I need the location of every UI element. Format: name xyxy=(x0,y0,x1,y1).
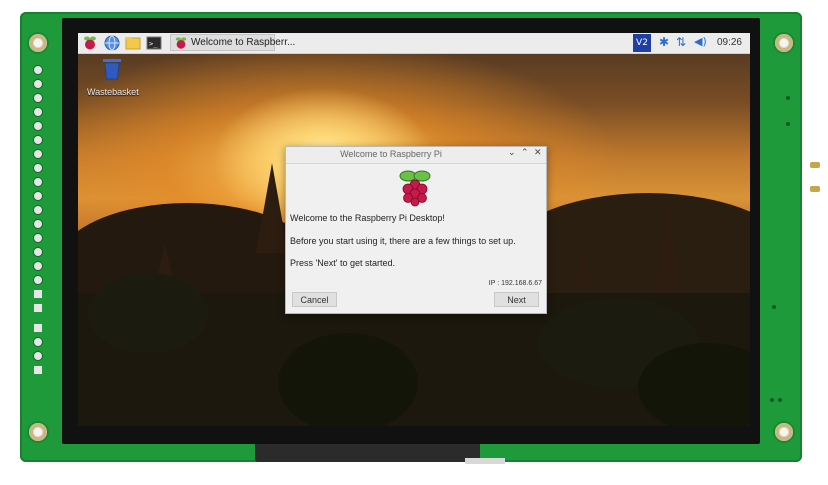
mounting-hole xyxy=(29,423,47,441)
taskbar-window-button[interactable]: Welcome to Raspberr... xyxy=(170,34,295,51)
dialog-titlebar[interactable]: Welcome to Raspberry Pi ⌄ ⌃ ✕ xyxy=(286,147,546,164)
dialog-welcome-text: Welcome to the Raspberry Pi Desktop! xyxy=(290,213,445,223)
wastebasket-label: Wastebasket xyxy=(87,87,139,97)
ribbon-connector xyxy=(465,458,505,464)
dialog-setup-text: Before you start using it, there are a f… xyxy=(290,236,516,246)
tree-silhouette xyxy=(278,333,418,426)
ip-address: IP : 192.168.6.67 xyxy=(488,280,542,287)
network-icon[interactable]: ⇅ xyxy=(676,35,686,49)
board-via xyxy=(778,398,782,402)
pin-header xyxy=(31,66,45,380)
ribbon-cable xyxy=(255,444,480,462)
minimize-icon[interactable]: ⌄ xyxy=(508,148,516,158)
mounting-hole xyxy=(775,34,793,52)
wastebasket-desktop-icon[interactable]: Wastebasket xyxy=(87,57,139,97)
file-manager-icon[interactable] xyxy=(125,35,141,51)
volume-icon[interactable]: ◀) xyxy=(694,35,707,48)
mounting-hole xyxy=(29,34,47,52)
raspberry-icon xyxy=(175,37,187,49)
maximize-icon[interactable]: ⌃ xyxy=(521,148,529,158)
mounting-hole xyxy=(775,423,793,441)
close-icon[interactable]: ✕ xyxy=(534,148,542,158)
taskbar: >_ Welcome to Raspberr... V2 ✱ ⇅ ◀) 09:2… xyxy=(78,33,750,54)
board-via xyxy=(772,305,776,309)
web-browser-icon[interactable] xyxy=(104,35,120,51)
board-via xyxy=(770,398,774,402)
vnc-icon[interactable]: V2 xyxy=(633,34,651,52)
temple-spire xyxy=(575,248,591,283)
terminal-icon[interactable]: >_ xyxy=(146,35,162,51)
bluetooth-icon[interactable]: ✱ xyxy=(659,35,669,49)
raspberry-pi-logo xyxy=(399,170,431,207)
raspberry-menu-icon[interactable] xyxy=(82,35,98,51)
board-via xyxy=(786,96,790,100)
side-connector xyxy=(810,162,820,168)
board-via xyxy=(786,122,790,126)
temple-spire xyxy=(256,163,288,253)
taskbar-window-title: Welcome to Raspberr... xyxy=(191,37,296,48)
side-connector xyxy=(810,186,820,192)
dialog-instructions-text: Press 'Next' to get started. xyxy=(290,258,395,268)
next-button[interactable]: Next xyxy=(494,292,539,307)
dialog-title: Welcome to Raspberry Pi xyxy=(340,149,442,159)
tree-silhouette xyxy=(88,273,208,353)
desktop-screen[interactable]: >_ Welcome to Raspberr... V2 ✱ ⇅ ◀) 09:2… xyxy=(78,33,750,426)
svg-text:>_: >_ xyxy=(149,40,158,48)
wastebasket-icon xyxy=(103,59,121,80)
cancel-button[interactable]: Cancel xyxy=(292,292,337,307)
clock[interactable]: 09:26 xyxy=(717,37,742,48)
welcome-dialog: Welcome to Raspberry Pi ⌄ ⌃ ✕ Welcome to… xyxy=(285,146,547,314)
temple-spire xyxy=(654,201,682,296)
